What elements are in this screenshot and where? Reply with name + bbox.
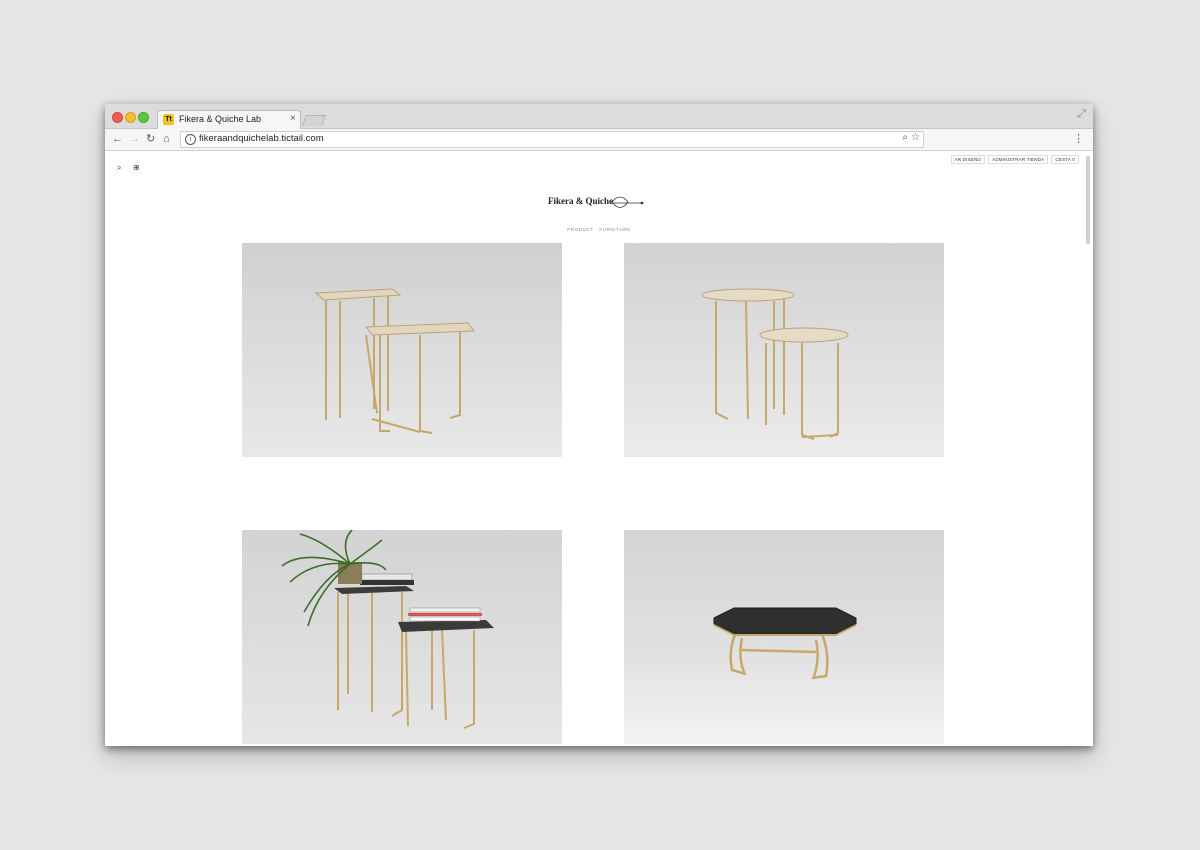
- zoom-icon[interactable]: ⌕: [902, 132, 908, 143]
- store-link-administrar[interactable]: ADMINISTRAR TIENDA: [988, 155, 1049, 164]
- product-image-1[interactable]: [242, 243, 562, 457]
- address-bar[interactable]: i fikeraandquichelab.tictail.com ⌕ ☆: [180, 131, 924, 148]
- store-link-ar-diseno[interactable]: AR DISEÑO: [950, 155, 986, 164]
- tab-title: Fikera & Quiche Lab: [179, 114, 262, 124]
- octagon-coffee-table-photo: [624, 530, 944, 744]
- browser-tab[interactable]: Tt Fikera & Quiche Lab ×: [157, 110, 301, 130]
- new-tab-button[interactable]: [301, 115, 327, 126]
- reload-icon[interactable]: ↻: [146, 132, 155, 146]
- close-window-button[interactable]: [112, 112, 123, 123]
- logo-mark-icon: [610, 196, 644, 208]
- product-image-3[interactable]: [242, 530, 562, 744]
- page-viewport: ⌕ ⊕ AR DISEÑO ADMINISTRAR TIENDA CESTA 0…: [105, 151, 1093, 746]
- store-top-links: AR DISEÑO ADMINISTRAR TIENDA CESTA 0: [950, 155, 1079, 164]
- minimize-window-button[interactable]: [125, 112, 136, 123]
- tictail-favicon-icon: Tt: [163, 114, 174, 125]
- bookmark-star-icon[interactable]: ☆: [911, 132, 920, 143]
- back-arrow-icon[interactable]: ←: [112, 132, 123, 146]
- fullscreen-icon[interactable]: ⤢: [1077, 108, 1086, 121]
- maximize-window-button[interactable]: [138, 112, 149, 123]
- breadcrumb[interactable]: PRODUCT · FURNITURE: [105, 227, 1093, 232]
- search-icon[interactable]: ⌕: [117, 163, 121, 173]
- info-icon[interactable]: i: [185, 134, 196, 145]
- nesting-square-tables-photo: [242, 243, 562, 457]
- tab-close-icon[interactable]: ×: [290, 113, 296, 124]
- cart-link[interactable]: CESTA 0: [1051, 155, 1079, 164]
- forward-arrow-icon[interactable]: →: [129, 132, 140, 146]
- browser-toolbar: ← → ↻ ⌂ i fikeraandquichelab.tictail.com…: [105, 129, 1093, 151]
- language-icon[interactable]: ⊕: [133, 163, 140, 172]
- product-image-4[interactable]: [624, 530, 944, 744]
- store-logo[interactable]: Fikera & Quiche: [548, 193, 648, 213]
- url-text: fikeraandquichelab.tictail.com: [199, 133, 324, 144]
- product-image-2[interactable]: [624, 243, 944, 457]
- home-icon[interactable]: ⌂: [163, 132, 170, 146]
- nesting-round-tables-photo: [624, 243, 944, 457]
- browser-window: Tt Fikera & Quiche Lab × ⤢ ← → ↻ ⌂ i fik…: [105, 104, 1093, 746]
- title-bar: Tt Fikera & Quiche Lab × ⤢: [105, 104, 1093, 130]
- styled-hexagon-tables-photo: [242, 530, 562, 744]
- browser-menu-icon[interactable]: ⋮: [1073, 133, 1084, 145]
